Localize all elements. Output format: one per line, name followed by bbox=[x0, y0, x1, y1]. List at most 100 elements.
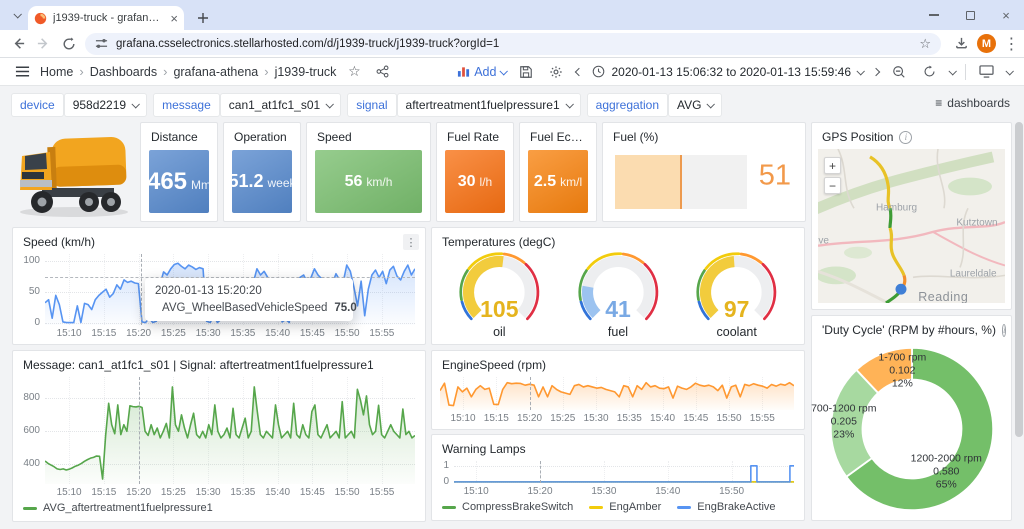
browser-tab[interactable]: j1939-truck - grafana-athena - × bbox=[28, 6, 184, 30]
tab-strip: j1939-truck - grafana-athena - × × bbox=[0, 0, 1024, 30]
template-variables: device 958d2219 message can1_at1fc1_s01 … bbox=[12, 94, 721, 116]
signal-dropdown[interactable]: aftertreatment1fuelpressure1 bbox=[398, 94, 580, 116]
info-icon[interactable]: i bbox=[1002, 324, 1007, 337]
url-bar[interactable]: grafana.csselectronics.stellarhosted.com… bbox=[85, 33, 941, 55]
window-maximize-button[interactable] bbox=[952, 0, 988, 30]
breadcrumb-folder[interactable]: grafana-athena bbox=[173, 65, 258, 79]
tab-list-chevron-icon[interactable] bbox=[8, 7, 26, 25]
engine-speed-chart[interactable]: 15:1015:1515:2015:2515:3015:3515:4015:45… bbox=[438, 377, 794, 425]
message-chart[interactable]: 400600800 15:1015:1515:2015:2515:3015:35… bbox=[19, 377, 415, 517]
add-button[interactable]: Add bbox=[457, 65, 506, 79]
tooltip-series-name: AVG_WheelBasedVehicleSpeed bbox=[162, 302, 327, 314]
site-info-icon[interactable] bbox=[95, 37, 108, 50]
gauge-value: 41 bbox=[559, 296, 678, 323]
panel-title[interactable]: Speed (km/h) bbox=[13, 228, 425, 252]
panel-menu-kebab-icon[interactable]: ⋮ bbox=[403, 234, 419, 250]
breadcrumb-home[interactable]: Home bbox=[40, 65, 73, 79]
tv-mode-chevron-icon[interactable] bbox=[1005, 67, 1013, 75]
duty-cycle-donut[interactable]: 1-700 rpm0.10212%700-1200 rpm0.20523%120… bbox=[820, 344, 1003, 514]
tv-mode-icon[interactable] bbox=[976, 62, 996, 82]
gauge-oil: 105 oil bbox=[440, 252, 559, 340]
window-close-button[interactable]: × bbox=[988, 0, 1024, 30]
share-icon[interactable] bbox=[372, 62, 392, 82]
forward-button[interactable] bbox=[31, 32, 56, 56]
panel-operation: Operation 51.2week bbox=[223, 122, 301, 222]
downloads-icon[interactable] bbox=[949, 32, 974, 56]
legend-item[interactable]: AVG_aftertreatment1fuelpressure1 bbox=[23, 502, 213, 514]
map-label-laureldale: Laureldale bbox=[950, 268, 997, 279]
x-axis: 15:1015:2015:3015:4015:50 bbox=[454, 483, 794, 498]
breadcrumb-dashboard[interactable]: j1939-truck bbox=[275, 65, 337, 79]
aggregation-label: aggregation bbox=[588, 94, 667, 116]
fuel-bar-gauge bbox=[615, 155, 747, 209]
panel-title[interactable]: Fuel Rate bbox=[437, 123, 513, 147]
panel-title[interactable]: Distance bbox=[141, 123, 217, 147]
browser-menu-kebab-icon[interactable]: ⋮ bbox=[999, 32, 1024, 56]
panel-warning-lamps: Warning Lamps 01 15:1015:2015:3015:4015:… bbox=[431, 434, 805, 521]
dashboards-button[interactable]: ≡ dashboards bbox=[935, 96, 1010, 110]
panel-title[interactable]: Speed bbox=[307, 123, 430, 147]
favorite-star-icon[interactable]: ☆ bbox=[344, 62, 364, 82]
plot-area[interactable] bbox=[440, 377, 794, 410]
panel-title[interactable]: Operation bbox=[224, 123, 300, 147]
page-scrollbar[interactable] bbox=[1015, 122, 1023, 437]
legend[interactable]: AVG_aftertreatment1fuelpressure1 bbox=[19, 499, 415, 517]
legend-item[interactable]: EngAmber bbox=[589, 501, 661, 513]
time-shift-back-icon[interactable] bbox=[575, 67, 583, 75]
panel-speed-stat: Speed 56km/h bbox=[306, 122, 431, 222]
save-dashboard-icon[interactable] bbox=[516, 62, 536, 82]
message-dropdown[interactable]: can1_at1fc1_s01 bbox=[221, 94, 340, 116]
new-tab-button[interactable] bbox=[194, 9, 212, 27]
map-zoom-in-button[interactable]: + bbox=[824, 157, 841, 174]
tab-close-icon[interactable]: × bbox=[170, 12, 178, 25]
gauge-label: oil bbox=[440, 325, 559, 339]
back-button[interactable] bbox=[6, 32, 31, 56]
panel-title[interactable]: GPS Position bbox=[822, 130, 893, 144]
settings-gear-icon[interactable] bbox=[546, 62, 566, 82]
legend-item[interactable]: EngBrakeActive bbox=[677, 501, 775, 513]
panel-title[interactable]: Fuel Eco... bbox=[520, 123, 596, 147]
time-shift-forward-icon[interactable] bbox=[872, 67, 880, 75]
info-icon[interactable]: i bbox=[899, 131, 912, 144]
map-zoom-out-button[interactable]: − bbox=[824, 177, 841, 194]
x-axis: 15:1015:1515:2015:2515:3015:3515:4015:45… bbox=[45, 484, 415, 499]
map-label-hamburg: Hamburg bbox=[876, 202, 917, 213]
gauge-coolant: 97 coolant bbox=[677, 252, 796, 340]
reload-button[interactable] bbox=[56, 32, 81, 56]
bookmark-star-icon[interactable]: ☆ bbox=[919, 36, 931, 52]
panel-engine-speed: EngineSpeed (rpm) 15:1015:1515:2015:2515… bbox=[431, 350, 805, 430]
gauge-value: 105 bbox=[440, 296, 559, 323]
plot-area[interactable] bbox=[45, 377, 415, 484]
time-range-picker[interactable]: 2020-01-13 15:06:32 to 2020-01-13 15:59:… bbox=[592, 65, 863, 79]
map-label-reading: Reading bbox=[918, 290, 968, 303]
panel-title[interactable]: EngineSpeed (rpm) bbox=[432, 351, 804, 375]
panel-title[interactable]: Temperatures (degC) bbox=[432, 228, 804, 252]
refresh-icon[interactable] bbox=[919, 62, 939, 82]
warning-lamps-chart[interactable]: 01 15:1015:2015:3015:4015:50 CompressBra… bbox=[438, 461, 794, 516]
panel-title[interactable]: Fuel (%) bbox=[603, 123, 805, 147]
legend[interactable]: CompressBrakeSwitch EngAmber EngBrakeActiv… bbox=[438, 498, 794, 516]
window-minimize-button[interactable] bbox=[916, 0, 952, 30]
refresh-interval-chevron-icon[interactable] bbox=[948, 67, 956, 75]
gps-map[interactable]: Hamburg Kutztown Laureldale Reading ve +… bbox=[818, 149, 1005, 303]
add-panel-icon bbox=[457, 66, 470, 78]
grafana-header: Home› Dashboards› grafana-athena› j1939-… bbox=[0, 58, 1024, 86]
panel-fuel-rate: Fuel Rate 30l/h bbox=[436, 122, 514, 222]
panel-title[interactable]: Warning Lamps bbox=[432, 435, 804, 459]
profile-avatar[interactable]: M bbox=[974, 32, 999, 56]
panel-title[interactable]: Message: can1_at1fc1_s01 | Signal: after… bbox=[13, 351, 425, 375]
aggregation-dropdown[interactable]: AVG bbox=[669, 94, 721, 116]
x-axis: 15:1015:1515:2015:2515:3015:3515:4015:45… bbox=[45, 325, 415, 340]
y-axis: 01 bbox=[438, 461, 454, 483]
legend-item[interactable]: CompressBrakeSwitch bbox=[442, 501, 573, 513]
panel-title[interactable]: 'Duty Cycle' (RPM by #hours, %) bbox=[822, 323, 996, 337]
browser-window: j1939-truck - grafana-athena - × × grafa… bbox=[0, 0, 1024, 529]
gauge-set: 105 oil 41 fuel 97 coolant bbox=[440, 252, 796, 340]
device-dropdown[interactable]: 958d2219 bbox=[65, 94, 146, 116]
donut-slice-label: 1200-2000 rpm0.58065% bbox=[911, 452, 982, 491]
hamburger-menu-icon[interactable] bbox=[12, 62, 32, 82]
zoom-out-icon[interactable] bbox=[889, 62, 909, 82]
plot-area[interactable] bbox=[454, 461, 794, 483]
truck-image bbox=[12, 122, 135, 222]
breadcrumb-dashboards[interactable]: Dashboards bbox=[90, 65, 157, 79]
